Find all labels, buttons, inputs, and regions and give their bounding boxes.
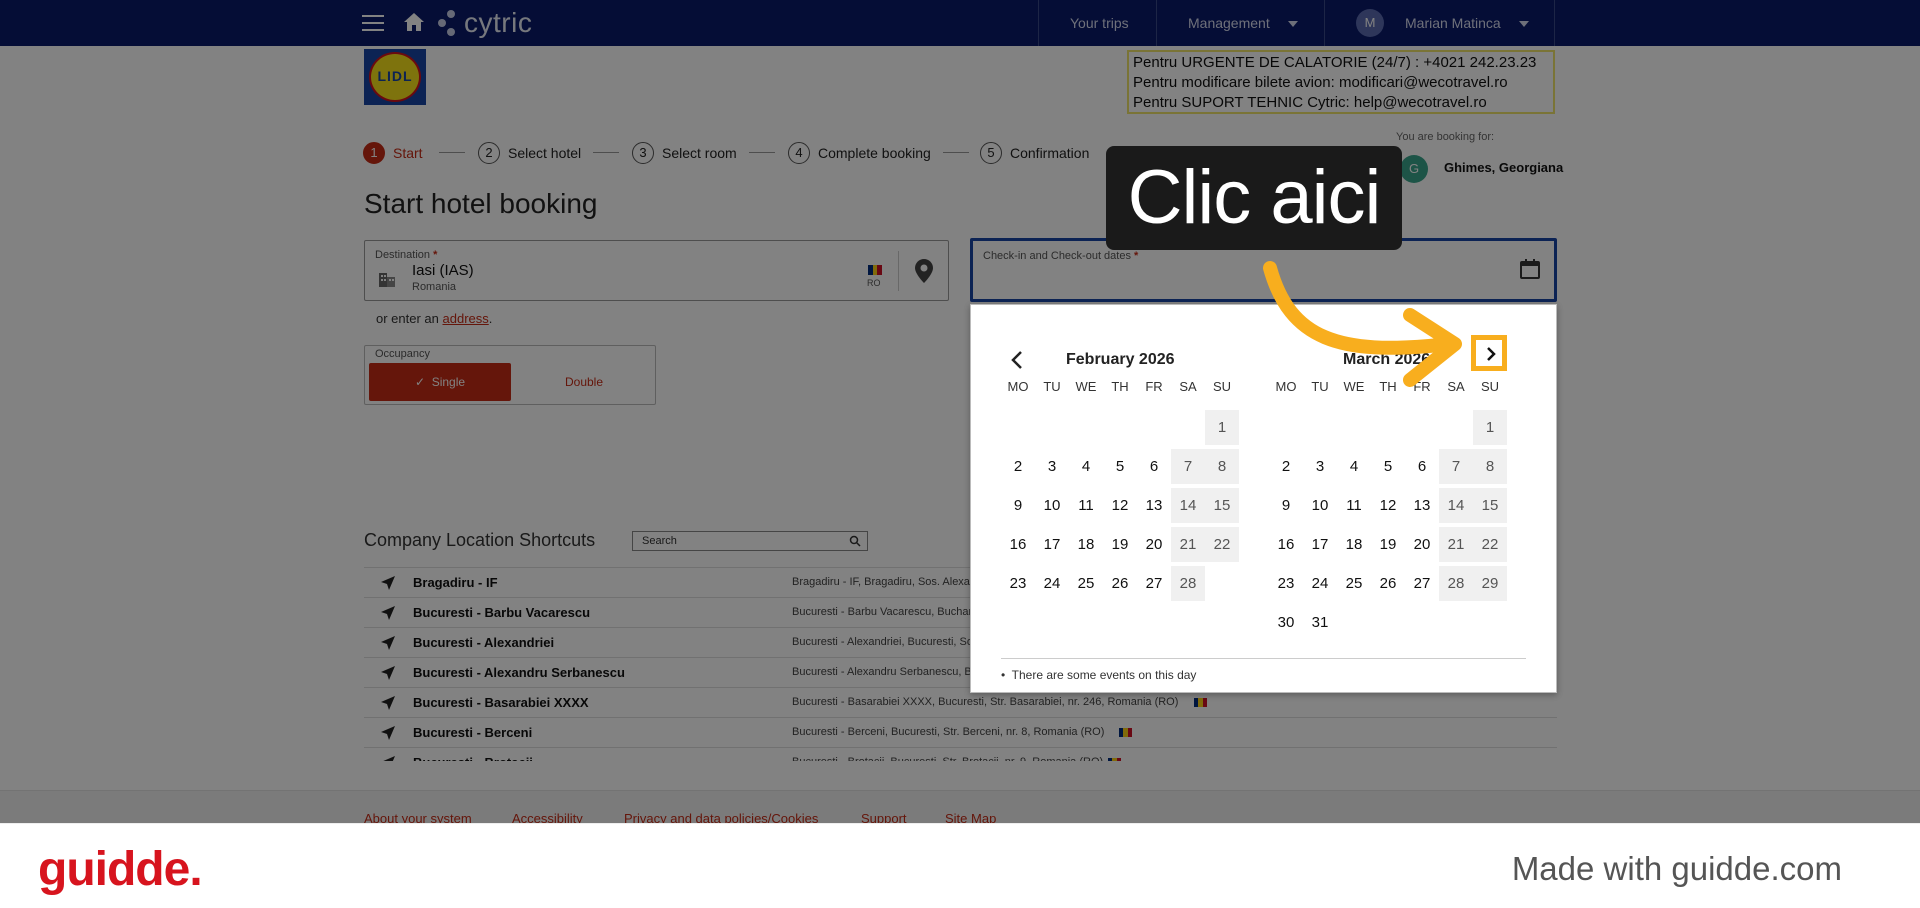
calendar-day[interactable]: 21: [1171, 527, 1205, 562]
calendar-day[interactable]: 17: [1303, 525, 1337, 564]
calendar-day[interactable]: 28: [1439, 566, 1473, 601]
month-grid-february: 1 2 3 4 5 6 7 8 9 10 11 12 13 14 15 16 17 18 19 20 21 22 23 24 2…: [1001, 408, 1239, 603]
calendar-day[interactable]: 10: [1303, 486, 1337, 525]
calendar-day[interactable]: 13: [1405, 486, 1439, 525]
calendar-day[interactable]: 1: [1205, 410, 1239, 445]
calendar-empty-cell: [1303, 408, 1337, 447]
calendar-empty-cell: [1035, 408, 1069, 447]
calendar-day[interactable]: 5: [1371, 447, 1405, 486]
calendar-day[interactable]: 27: [1137, 564, 1171, 603]
calendar-day[interactable]: 10: [1035, 486, 1069, 525]
calendar-day[interactable]: 11: [1069, 486, 1103, 525]
calendar-day[interactable]: 27: [1405, 564, 1439, 603]
calendar-day[interactable]: 8: [1205, 449, 1239, 484]
page: cytric Your trips Management M Marian Ma…: [0, 0, 1920, 908]
calendar-day[interactable]: 30: [1269, 603, 1303, 642]
guidde-banner: guidde. Made with guidde.com: [0, 823, 1920, 908]
calendar-day[interactable]: 9: [1001, 486, 1035, 525]
calendar-day[interactable]: 24: [1035, 564, 1069, 603]
calendar-day[interactable]: 14: [1439, 488, 1473, 523]
calendar-day[interactable]: 20: [1405, 525, 1439, 564]
weekday-label: SA: [1179, 379, 1197, 394]
calendar-day[interactable]: 5: [1103, 447, 1137, 486]
calendar-day[interactable]: 26: [1103, 564, 1137, 603]
calendar-empty-cell: [1371, 408, 1405, 447]
calendar-day[interactable]: 28: [1171, 566, 1205, 601]
calendar-day[interactable]: 3: [1303, 447, 1337, 486]
calendar-day[interactable]: 17: [1035, 525, 1069, 564]
bullet-icon: •: [1001, 668, 1006, 682]
calendar-day[interactable]: 2: [1269, 447, 1303, 486]
calendar-day[interactable]: 3: [1035, 447, 1069, 486]
calendar-day[interactable]: 19: [1371, 525, 1405, 564]
calendar-day[interactable]: 24: [1303, 564, 1337, 603]
calendar-day[interactable]: 25: [1069, 564, 1103, 603]
calendar-divider: [1001, 658, 1526, 659]
calendar-day[interactable]: 8: [1473, 449, 1507, 484]
calendar-empty-cell: [1439, 408, 1473, 447]
calendar-empty-cell: [1269, 408, 1303, 447]
calendar-day[interactable]: 23: [1269, 564, 1303, 603]
calendar-day[interactable]: 6: [1137, 447, 1171, 486]
calendar-day[interactable]: 11: [1337, 486, 1371, 525]
calendar-day[interactable]: 31: [1303, 603, 1337, 642]
calendar-day[interactable]: 22: [1473, 527, 1507, 562]
tutorial-dim-overlay: [0, 0, 1920, 823]
calendar-day[interactable]: 25: [1337, 564, 1371, 603]
calendar-day[interactable]: 18: [1069, 525, 1103, 564]
calendar-day[interactable]: 7: [1171, 449, 1205, 484]
calendar-day[interactable]: 21: [1439, 527, 1473, 562]
weekday-header: MO TU WE TH FR SA SU: [1001, 379, 1239, 394]
events-note-text: There are some events on this day: [1011, 668, 1197, 682]
calendar-day[interactable]: 19: [1103, 525, 1137, 564]
calendar-day[interactable]: 18: [1337, 525, 1371, 564]
calendar-day[interactable]: 6: [1405, 447, 1439, 486]
calendar-empty-cell: [1069, 408, 1103, 447]
guidde-logo: guidde.: [38, 843, 203, 896]
calendar-day[interactable]: 14: [1171, 488, 1205, 523]
calendar-day[interactable]: 13: [1137, 486, 1171, 525]
chevron-right-icon: [1487, 347, 1496, 361]
calendar-day[interactable]: 20: [1137, 525, 1171, 564]
calendar-day[interactable]: 4: [1069, 447, 1103, 486]
calendar-empty-cell: [1001, 408, 1035, 447]
calendar-day[interactable]: 15: [1473, 488, 1507, 523]
previous-month-icon[interactable]: [1009, 350, 1025, 370]
weekday-label: MO: [1007, 379, 1029, 394]
weekday-label: SU: [1212, 379, 1232, 394]
calendar-day[interactable]: 29: [1473, 566, 1507, 601]
calendar-day[interactable]: 1: [1473, 410, 1507, 445]
calendar-empty-cell: [1137, 408, 1171, 447]
calendar-day[interactable]: 16: [1269, 525, 1303, 564]
calendar-day[interactable]: 9: [1269, 486, 1303, 525]
weekday-label: TU: [1043, 379, 1061, 394]
calendar-day[interactable]: 22: [1205, 527, 1239, 562]
calendar-day[interactable]: 26: [1371, 564, 1405, 603]
calendar-empty-cell: [1337, 408, 1371, 447]
tutorial-tooltip: Clic aici: [1106, 146, 1402, 250]
month-title-february: February 2026: [1066, 351, 1175, 368]
calendar-day[interactable]: 12: [1371, 486, 1405, 525]
calendar-day[interactable]: 15: [1205, 488, 1239, 523]
calendar-day[interactable]: 2: [1001, 447, 1035, 486]
weekday-label: FR: [1145, 379, 1163, 394]
calendar-empty-cell: [1405, 408, 1439, 447]
made-with-text: Made with guidde.com: [1511, 850, 1842, 887]
calendar-empty-cell: [1171, 408, 1205, 447]
weekday-label: TH: [1111, 379, 1129, 394]
events-note: • There are some events on this day: [1001, 668, 1196, 682]
tutorial-arrow-icon: [1263, 261, 1462, 387]
calendar-day[interactable]: 7: [1439, 449, 1473, 484]
weekday-label: WE: [1075, 379, 1097, 394]
calendar-day[interactable]: 4: [1337, 447, 1371, 486]
calendar-day[interactable]: 12: [1103, 486, 1137, 525]
calendar-empty-cell: [1103, 408, 1137, 447]
calendar-day[interactable]: 16: [1001, 525, 1035, 564]
calendar-day[interactable]: 23: [1001, 564, 1035, 603]
month-grid-march: 1 2 3 4 5 6 7 8 9 10 11 12 13 14 15 16 17 18 19 20 21 22 23 24 2…: [1269, 408, 1507, 642]
